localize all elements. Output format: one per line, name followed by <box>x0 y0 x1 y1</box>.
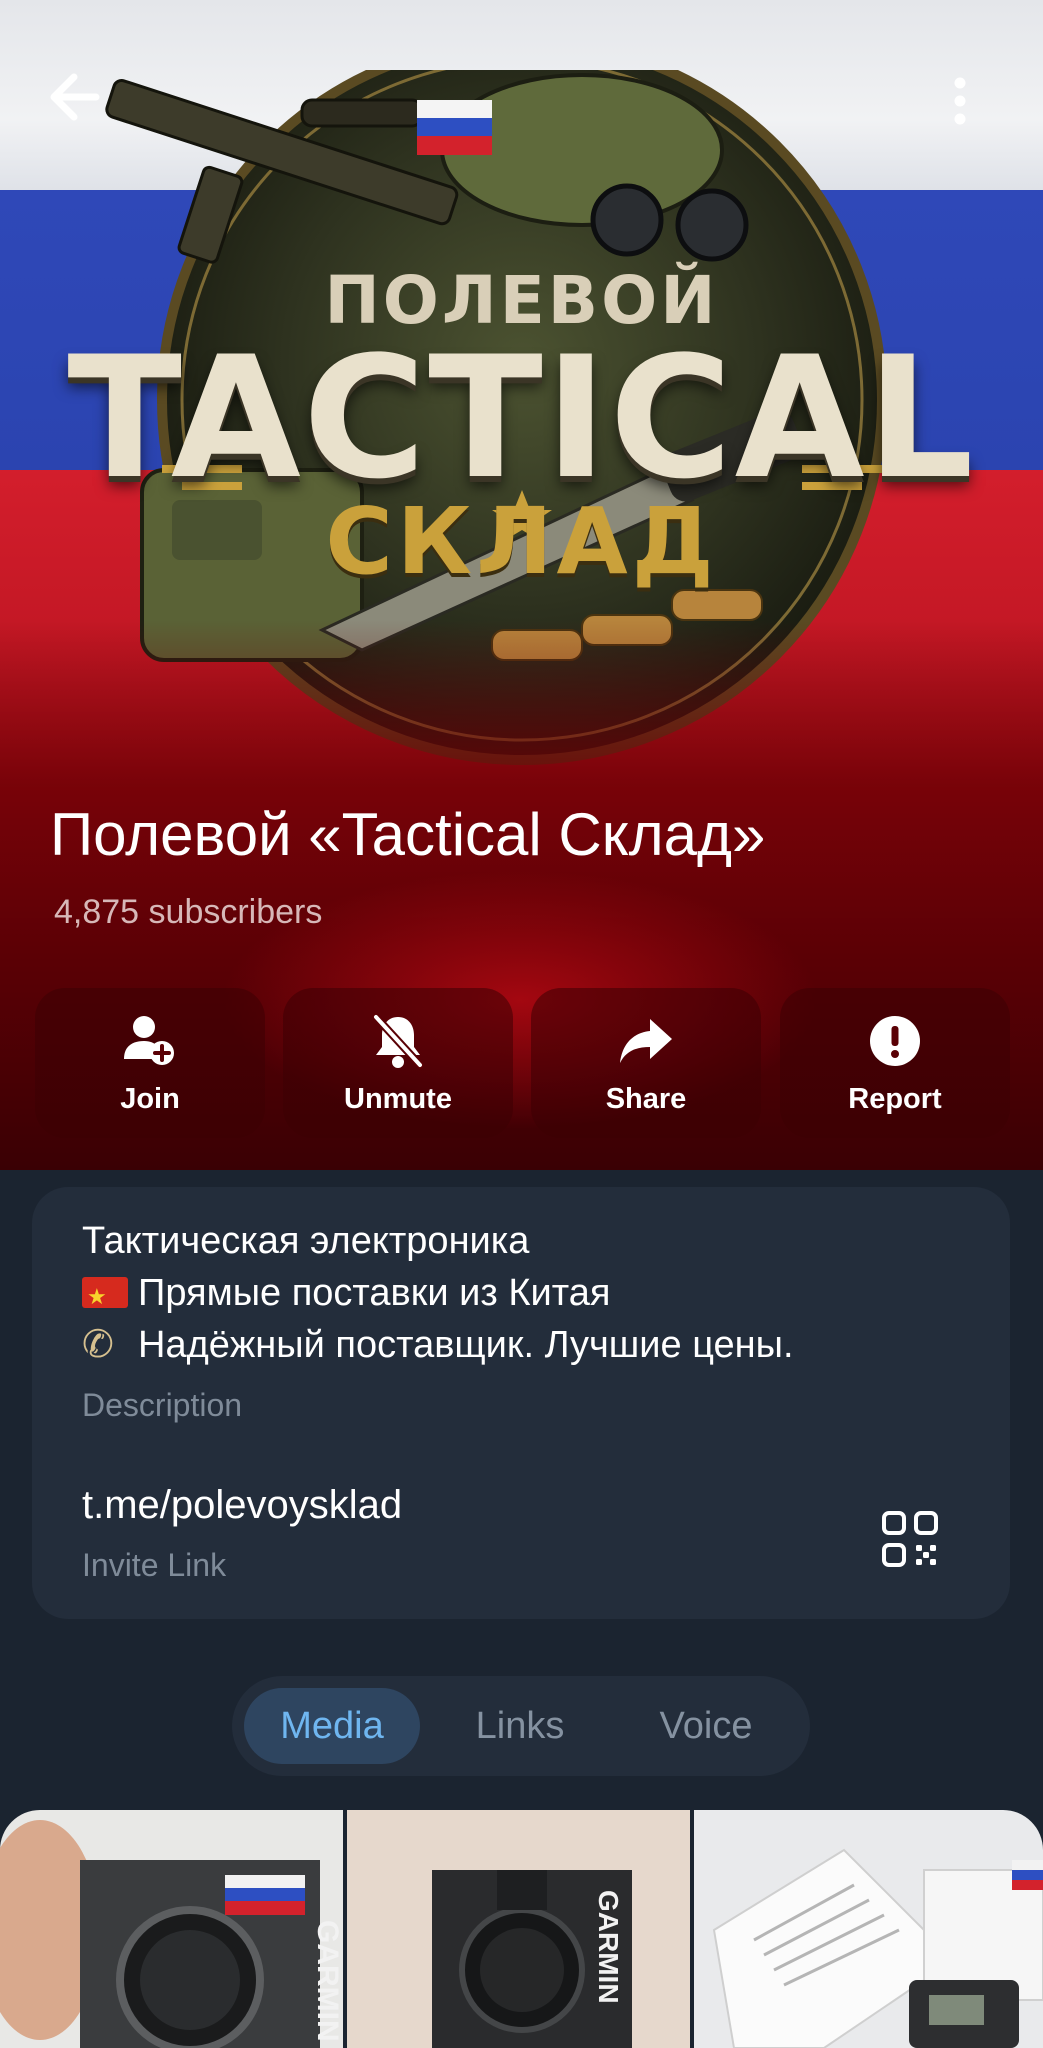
media-grid: GARMIN GARMIN <box>0 1810 1043 2048</box>
more-options-button[interactable] <box>940 66 980 136</box>
channel-description[interactable]: Тактическая электроника Прямые поставки … <box>82 1215 794 1371</box>
media-thumbnail[interactable]: GARMIN <box>0 1810 343 2048</box>
description-caption: Description <box>82 1387 243 1423</box>
top-app-bar <box>0 40 1043 150</box>
invite-link-caption: Invite Link <box>82 1547 227 1583</box>
channel-header-cover: ПОЛЕВОЙ TACTICAL СКЛАД Полевой «Tactical… <box>0 0 1043 1170</box>
share-arrow-icon <box>620 1018 672 1063</box>
watch-box-photo: GARMIN <box>347 1810 690 2048</box>
emblem-text-main: TACTICAL <box>67 320 976 516</box>
description-line: ✆ Надёжный поставщик. Лучшие цены. <box>82 1319 794 1371</box>
unmute-button[interactable]: Unmute <box>283 988 513 1138</box>
channel-title: Полевой «Tactical Склад» <box>50 801 766 868</box>
add-user-icon <box>124 1015 174 1065</box>
garmin-brand-text: GARMIN <box>311 1920 343 2042</box>
join-button[interactable]: Join <box>35 988 265 1138</box>
join-label: Join <box>120 1082 180 1115</box>
media-thumbnail[interactable] <box>694 1810 1043 2048</box>
arrow-left-icon <box>50 73 100 121</box>
share-label: Share <box>605 1082 687 1115</box>
qr-code-icon <box>882 1511 938 1567</box>
report-label: Report <box>848 1082 942 1115</box>
shared-media-tabs: Media Links Voice <box>232 1676 810 1776</box>
alert-circle-icon <box>870 1015 920 1066</box>
phone-icon: ✆ <box>82 1324 114 1366</box>
bell-off-icon <box>372 1012 424 1069</box>
china-flag-icon <box>82 1271 128 1323</box>
qr-code-button[interactable] <box>880 1509 940 1569</box>
invite-link[interactable]: t.me/polevoysklad <box>82 1483 402 1528</box>
description-line: Тактическая электроника <box>82 1220 530 1262</box>
share-button[interactable]: Share <box>531 988 761 1138</box>
tab-links[interactable]: Links <box>432 1688 608 1764</box>
more-vertical-icon <box>954 77 966 125</box>
tab-media[interactable]: Media <box>244 1688 420 1764</box>
tab-voice[interactable]: Voice <box>616 1688 796 1764</box>
report-button[interactable]: Report <box>780 988 1010 1138</box>
emblem-text-bottom: СКЛАД <box>325 488 718 595</box>
unmute-label: Unmute <box>344 1082 452 1115</box>
description-line: Прямые поставки из Китая <box>82 1267 794 1323</box>
channel-action-bar: Join Unmute Share Report <box>35 988 1010 1138</box>
watch-box-photo: GARMIN <box>0 1810 343 2048</box>
channel-info-card: Тактическая электроника Прямые поставки … <box>32 1187 1010 1619</box>
subscriber-count: 4,875 subscribers <box>54 893 323 931</box>
media-thumbnail[interactable]: GARMIN <box>347 1810 690 2048</box>
documents-photo <box>694 1810 1043 2048</box>
back-button[interactable] <box>38 62 118 132</box>
garmin-brand-text: GARMIN <box>593 1890 624 2004</box>
